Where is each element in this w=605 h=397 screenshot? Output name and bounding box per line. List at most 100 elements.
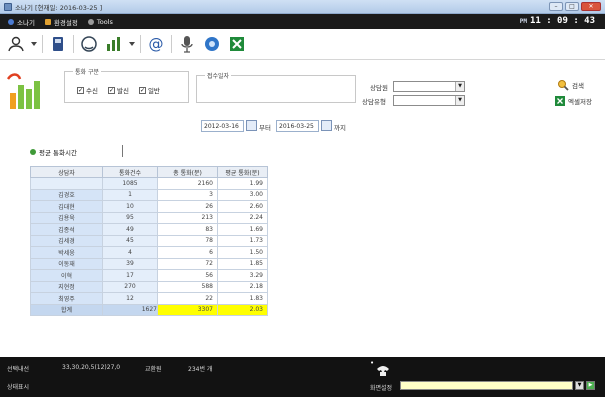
table-row[interactable]: 이혁 17 56 3.29 xyxy=(30,269,268,282)
cell-agent: 합계 xyxy=(30,303,103,316)
cell-call-count: 270 xyxy=(102,280,158,293)
cell-avg-minutes: 1.73 xyxy=(217,234,268,247)
search-icon xyxy=(558,80,569,91)
date-from-suffix: 부터 xyxy=(259,124,271,132)
window-controls: – □ ✕ xyxy=(549,2,601,11)
status-operator-label: 교환원 xyxy=(145,366,162,373)
cell-total-minutes: 588 xyxy=(157,280,218,293)
cell-avg-minutes: 2.60 xyxy=(217,200,268,213)
excel-icon[interactable] xyxy=(227,34,247,54)
checkbox-general-label: 일반 xyxy=(147,87,160,95)
cell-avg-minutes: 2.18 xyxy=(217,280,268,293)
menu-sonagi-label: 소나기 xyxy=(17,19,35,27)
cell-total-minutes: 78 xyxy=(157,234,218,247)
cell-call-count: 39 xyxy=(102,257,158,270)
microphone-icon[interactable] xyxy=(177,34,197,54)
table-row[interactable]: 김세경 45 78 1.73 xyxy=(30,234,268,247)
tab-average-call-time[interactable]: 평균 통화시간 xyxy=(30,147,77,157)
table-row[interactable]: 김경호 1 3 3.00 xyxy=(30,188,268,201)
bar-chart-icon[interactable] xyxy=(104,34,124,54)
cell-agent: 이동재 xyxy=(30,257,103,270)
checkbox-incoming[interactable]: ✓ 수신 xyxy=(77,85,98,95)
person-icon[interactable] xyxy=(6,34,26,54)
cell-avg-minutes: 3.00 xyxy=(217,188,268,201)
cell-agent: 김용욱 xyxy=(30,211,103,224)
agent-select[interactable]: ▼ xyxy=(393,81,465,92)
date-to-field[interactable]: 2016-03-25 xyxy=(276,120,319,132)
filter-panel: 통화 구분 ✓ 수신 ✓ 발신 ✓ 일반 접수일자 2012-03-16 부터 201… xyxy=(0,61,605,132)
cell-total-minutes: 213 xyxy=(157,211,218,224)
clock-ampm: PM xyxy=(519,18,527,25)
column-header-avg-minutes[interactable]: 평균 통화(분) xyxy=(217,166,268,178)
table-row[interactable]: 이동재 39 72 1.85 xyxy=(30,257,268,270)
menu-bar: 소나기 환경설정 Tools PM 11 : 09 : 43 xyxy=(0,14,605,29)
excel-save-button-label: 엑셀저장 xyxy=(568,98,592,106)
table-row[interactable]: 김대현 10 26 2.60 xyxy=(30,200,268,213)
cell-agent: 김경호 xyxy=(30,188,103,201)
toolbar-separator xyxy=(171,35,172,53)
cell-avg-minutes: 1.99 xyxy=(217,177,268,190)
excel-save-icon xyxy=(555,96,565,106)
cell-agent xyxy=(30,177,103,190)
statistics-logo-icon xyxy=(6,71,46,111)
cell-total-minutes: 3 xyxy=(157,188,218,201)
search-button[interactable]: 검색 xyxy=(557,79,584,91)
cell-agent: 김대현 xyxy=(30,200,103,213)
checkbox-box: ✓ xyxy=(107,86,115,94)
table-row[interactable]: 박세웅 4 6 1.50 xyxy=(30,246,268,259)
column-header-agent[interactable]: 상담자 xyxy=(30,166,103,178)
calendar-from-icon[interactable] xyxy=(246,120,257,131)
menu-settings-label: 환경설정 xyxy=(53,19,78,27)
at-icon[interactable]: @ xyxy=(146,34,166,54)
cell-total-minutes: 2160 xyxy=(157,177,218,190)
table-total-row[interactable]: 합계 1627 3307 2.03 xyxy=(30,303,268,316)
send-icon[interactable]: ▶ xyxy=(586,381,595,390)
cell-total-minutes: 3307 xyxy=(157,303,218,316)
screen-settings-label[interactable]: 화면설정 xyxy=(370,383,392,392)
agent-label: 상담원 xyxy=(370,84,388,92)
table-row[interactable]: 김용욱 95 213 2.24 xyxy=(30,211,268,224)
chevron-down-icon: ▼ xyxy=(455,96,464,105)
status-extension-value: 33,30,20,5(12)27,0 xyxy=(62,364,121,371)
table-row[interactable]: 지현정 270 588 2.18 xyxy=(30,280,268,293)
table-header-row: 상담자 통화건수 총 통화(분) 평균 통화(분) xyxy=(30,166,268,178)
checkbox-outgoing[interactable]: ✓ 발신 xyxy=(107,85,129,95)
excel-save-button[interactable]: 엑셀저장 xyxy=(555,96,592,106)
checkbox-box: ✓ xyxy=(138,86,146,94)
phone-book-icon[interactable] xyxy=(48,34,68,54)
headset-icon[interactable] xyxy=(79,34,99,54)
cell-call-count: 1085 xyxy=(102,177,158,190)
dropdown-arrow-icon[interactable] xyxy=(31,34,37,54)
cell-agent: 최영주 xyxy=(30,292,103,305)
table-row[interactable]: 김종석 49 83 1.69 xyxy=(30,223,268,236)
calendar-to-icon[interactable] xyxy=(321,120,332,131)
chevron-down-icon: ▼ xyxy=(455,82,464,91)
column-header-call-count[interactable]: 통화건수 xyxy=(102,166,158,178)
cell-total-minutes: 83 xyxy=(157,223,218,236)
close-button[interactable]: ✕ xyxy=(581,2,601,11)
consult-type-select[interactable]: ▼ xyxy=(393,95,465,106)
checkbox-general[interactable]: ✓ 일반 xyxy=(138,85,160,95)
menu-sonagi[interactable]: 소나기 xyxy=(8,17,35,27)
menu-settings[interactable]: 환경설정 xyxy=(44,17,78,27)
table-row[interactable]: 최영주 12 22 1.83 xyxy=(30,292,268,305)
stats-table: 상담자 통화건수 총 통화(분) 평균 통화(분) 1085 2160 1.99 김경… xyxy=(30,166,268,316)
dropdown-arrow-icon[interactable] xyxy=(129,34,135,54)
cell-call-count: 17 xyxy=(102,269,158,282)
message-input[interactable] xyxy=(400,381,573,390)
chevron-down-icon[interactable]: ▼ xyxy=(575,381,584,390)
maximize-button[interactable]: □ xyxy=(565,2,579,11)
tab-icon xyxy=(30,149,36,155)
phone-icon[interactable] xyxy=(376,365,390,377)
minimize-button[interactable]: – xyxy=(549,2,563,11)
cell-call-count: 45 xyxy=(102,234,158,247)
window-title: 소나기 [현재일: 2016-03-25 ] xyxy=(4,2,102,12)
refresh-globe-icon[interactable] xyxy=(202,34,222,54)
date-range-legend: 접수일자 xyxy=(205,71,232,80)
column-header-total-minutes[interactable]: 총 통화(분) xyxy=(157,166,218,178)
title-bar: 소나기 [현재일: 2016-03-25 ] – □ ✕ xyxy=(0,0,605,14)
date-from-field[interactable]: 2012-03-16 xyxy=(201,120,244,132)
cell-total-minutes: 6 xyxy=(157,246,218,259)
table-row[interactable]: 1085 2160 1.99 xyxy=(30,177,268,190)
menu-tools[interactable]: Tools xyxy=(87,17,113,27)
